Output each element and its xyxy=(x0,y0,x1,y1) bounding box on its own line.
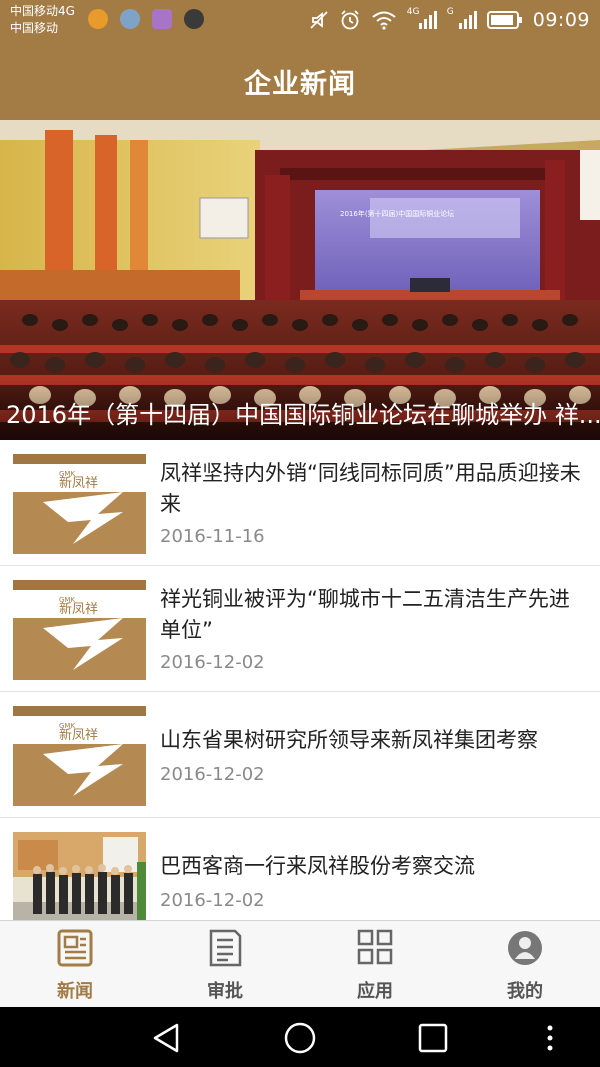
tab-label: 我的 xyxy=(507,981,543,1002)
status-icons: 4G G 09:09 xyxy=(309,0,590,40)
tab-news[interactable]: 新闻 xyxy=(0,921,150,1008)
grid-icon xyxy=(357,929,393,965)
app-header: 企业新闻 xyxy=(0,40,600,120)
stage-screen-text: 2016年(第十四届)中国国际铜业论坛 xyxy=(340,209,454,218)
more-options-icon[interactable] xyxy=(538,1021,562,1055)
news-title: 巴西客商一行来凤祥股份考察交流 xyxy=(160,854,475,878)
tab-approval[interactable]: 审批 xyxy=(150,921,300,1008)
news-date: 2016-12-02 xyxy=(160,652,265,673)
news-item[interactable]: GMK 新凤祥 山东省果树研究所领导来新凤祥集团考察 2016-12-02 xyxy=(0,692,600,818)
app-notification-icon xyxy=(88,9,108,29)
page-title: 企业新闻 xyxy=(244,69,356,100)
company-logo-thumbnail: GMK 新凤祥 xyxy=(13,706,146,806)
company-logo-thumbnail: GMK 新凤祥 xyxy=(13,580,146,680)
news-title: 山东省果树研究所领导来新凤祥集团考察 xyxy=(160,728,538,752)
news-title: 祥光铜业被评为“聊城市十二五清洁生产先进单位” xyxy=(160,587,570,642)
signal-g-icon: G xyxy=(447,7,477,31)
wifi-icon xyxy=(372,11,396,30)
carrier-line-1: 中国移动4G xyxy=(10,4,75,18)
news-item[interactable]: GMK 新凤祥 祥光铜业被评为“聊城市十二五清洁生产先进单位” 2016-12-… xyxy=(0,566,600,692)
back-icon[interactable] xyxy=(150,1021,184,1055)
svg-text:新凤祥: 新凤祥 xyxy=(59,601,98,617)
clock: 09:09 xyxy=(532,9,590,31)
news-date: 2016-12-02 xyxy=(160,890,265,911)
tab-me[interactable]: 我的 xyxy=(450,921,600,1008)
news-date: 2016-12-02 xyxy=(160,764,265,785)
news-item[interactable]: 巴西客商一行来凤祥股份考察交流 2016-12-02 xyxy=(0,818,600,920)
notification-icons xyxy=(88,9,204,29)
mute-icon xyxy=(310,11,328,29)
home-icon[interactable] xyxy=(283,1021,317,1055)
tab-label: 审批 xyxy=(207,981,243,1002)
news-date: 2016-11-16 xyxy=(160,526,265,547)
app-notification-icon xyxy=(184,9,204,29)
news-banner[interactable]: 2016年(第十四届)中国国际铜业论坛 2016年（第十四届）中国国际铜业论坛在… xyxy=(0,120,600,440)
carrier-line-2: 中国移动 xyxy=(10,21,59,35)
svg-text:新凤祥: 新凤祥 xyxy=(59,727,98,743)
svg-text:新凤祥: 新凤祥 xyxy=(59,475,98,491)
person-icon xyxy=(508,931,542,965)
alarm-icon xyxy=(341,10,359,30)
app-notification-icon xyxy=(120,9,140,29)
recent-apps-icon[interactable] xyxy=(416,1021,450,1055)
news-list: GMK 新凤祥 凤祥坚持内外销“同线同标同质”用品质迎接未来 2016-11-1… xyxy=(0,440,600,920)
document-icon xyxy=(209,929,242,967)
newspaper-icon xyxy=(57,929,93,967)
battery-icon xyxy=(486,11,522,29)
system-navigation-bar xyxy=(0,1007,600,1067)
banner-caption[interactable]: 2016年（第十四届）中国国际铜业论坛在聊城举办 祥... xyxy=(6,395,600,430)
carrier-info: 中国移动4G 中国移动 xyxy=(10,3,75,37)
tab-label: 应用 xyxy=(357,981,393,1002)
tab-label: 新闻 xyxy=(57,981,93,1002)
visitors-photo-thumbnail xyxy=(13,832,146,920)
news-title: 凤祥坚持内外销“同线同标同质”用品质迎接未来 xyxy=(160,461,581,516)
company-logo-thumbnail: GMK 新凤祥 xyxy=(13,454,146,554)
status-bar: 中国移动4G 中国移动 4G G 09:09 xyxy=(0,0,600,40)
signal-4g-icon: 4G xyxy=(407,7,437,31)
news-item[interactable]: GMK 新凤祥 凤祥坚持内外销“同线同标同质”用品质迎接未来 2016-11-1… xyxy=(0,440,600,566)
bottom-tab-bar: 新闻 审批 应用 我的 xyxy=(0,920,600,1007)
tab-apps[interactable]: 应用 xyxy=(300,921,450,1008)
gallery-notification-icon xyxy=(152,9,172,29)
